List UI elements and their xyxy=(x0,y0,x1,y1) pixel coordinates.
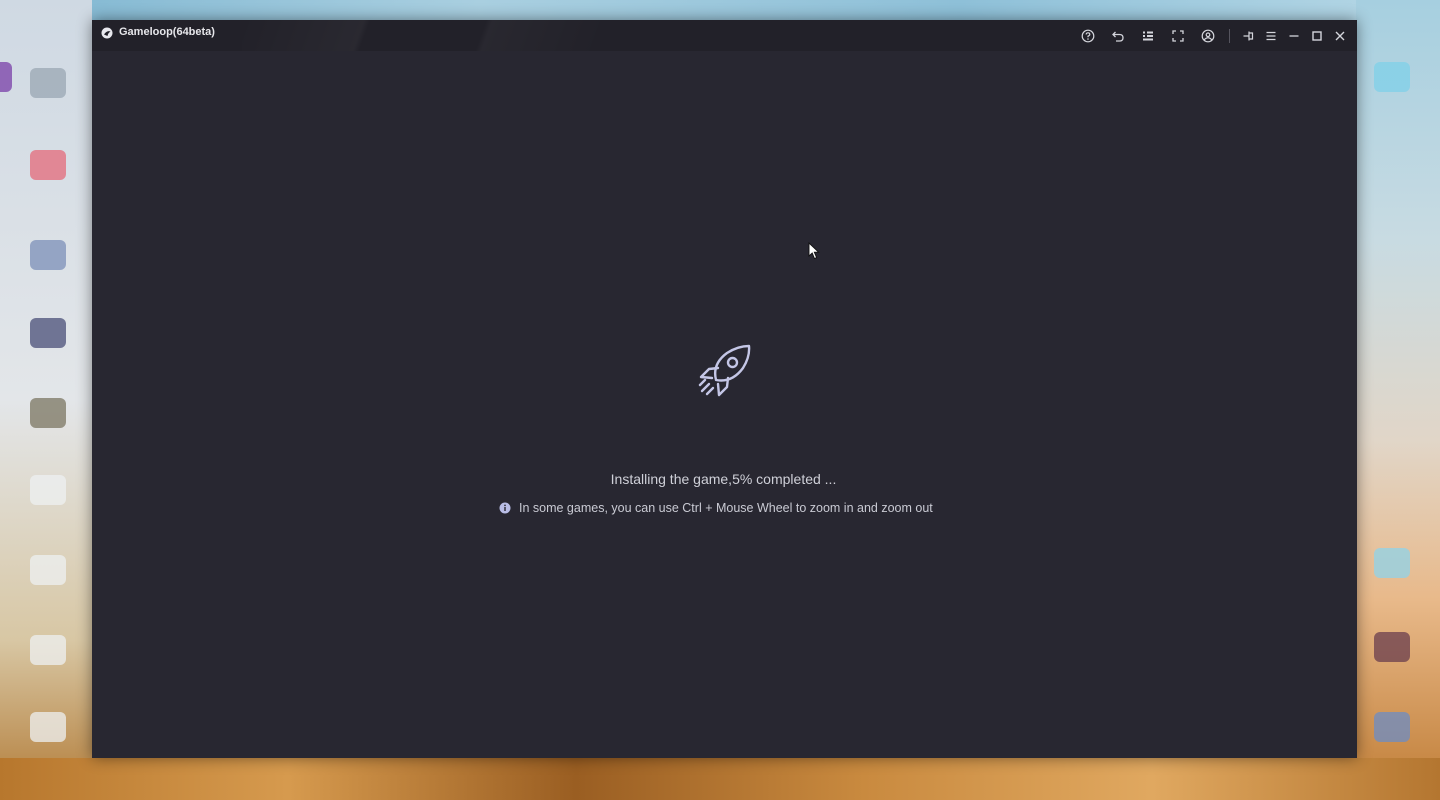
desktop-icon[interactable] xyxy=(1374,712,1410,742)
desktop-icon[interactable] xyxy=(30,555,66,585)
desktop-icon[interactable] xyxy=(1374,548,1410,578)
desktop-icon[interactable] xyxy=(1374,62,1410,92)
desktop-icon[interactable] xyxy=(1374,632,1410,662)
toolbar-divider xyxy=(1229,28,1230,43)
rocket-icon xyxy=(698,344,751,397)
zoom-tip-text: In some games, you can use Ctrl + Mouse … xyxy=(519,501,933,515)
keymapping-button[interactable] xyxy=(1133,20,1163,51)
desktop-icon[interactable] xyxy=(30,240,66,270)
maximize-button[interactable] xyxy=(1305,20,1328,51)
mouse-cursor-icon xyxy=(808,242,820,260)
gameloop-window: Gameloop(64beta) Installing the game,5% … xyxy=(92,20,1357,758)
desktop-icon[interactable] xyxy=(30,635,66,665)
desktop-icon[interactable] xyxy=(30,318,66,348)
pin-button[interactable] xyxy=(1236,20,1259,51)
close-button[interactable] xyxy=(1328,20,1351,51)
account-button[interactable] xyxy=(1193,20,1223,51)
window-title: Gameloop(64beta) xyxy=(119,26,215,38)
close-icon xyxy=(1335,31,1344,40)
emulator-content[interactable]: Installing the game,5% completed ... In … xyxy=(92,51,1357,758)
desktop-top-strip xyxy=(0,0,1440,20)
desktop-icon[interactable] xyxy=(30,150,66,180)
keymap-icon xyxy=(1143,31,1153,40)
window-toolbar xyxy=(1073,20,1351,51)
undo-button[interactable] xyxy=(1103,20,1133,51)
desktop-icon[interactable] xyxy=(30,712,66,742)
desktop-bottom-strip xyxy=(0,758,1440,800)
install-status-text: Installing the game,5% completed ... xyxy=(610,471,837,487)
desktop-right-strip xyxy=(1356,0,1440,800)
desktop-icon[interactable] xyxy=(0,62,12,92)
zoom-tip: In some games, you can use Ctrl + Mouse … xyxy=(499,501,933,515)
gameloop-logo-icon xyxy=(101,27,113,39)
minimize-button[interactable] xyxy=(1282,20,1305,51)
title-bar-decoration xyxy=(242,20,842,51)
fullscreen-icon xyxy=(1172,29,1184,42)
minimize-icon xyxy=(1289,34,1298,37)
fullscreen-button[interactable] xyxy=(1163,20,1193,51)
account-icon xyxy=(1201,29,1215,42)
maximize-icon xyxy=(1311,30,1322,41)
pin-icon xyxy=(1243,31,1253,40)
desktop-icon[interactable] xyxy=(30,68,66,98)
desktop-left-strip xyxy=(0,0,92,800)
undo-icon xyxy=(1112,31,1124,42)
info-icon xyxy=(499,502,511,514)
help-button[interactable] xyxy=(1073,20,1103,51)
menu-icon xyxy=(1266,31,1275,40)
desktop-icon[interactable] xyxy=(30,475,66,505)
desktop-icon[interactable] xyxy=(30,398,66,428)
help-icon xyxy=(1081,29,1095,42)
menu-button[interactable] xyxy=(1259,20,1282,51)
title-bar[interactable]: Gameloop(64beta) xyxy=(92,20,1357,51)
